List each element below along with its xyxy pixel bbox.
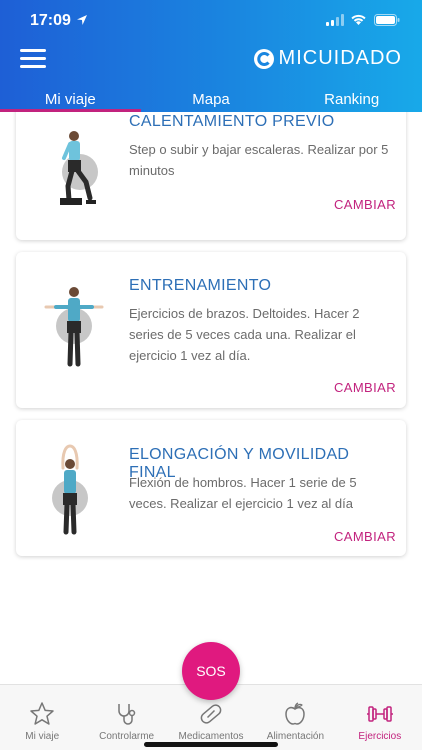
menu-icon[interactable] (20, 48, 46, 68)
nav-label: Alimentación (266, 731, 325, 742)
battery-icon (374, 14, 400, 26)
stethoscope-icon (117, 704, 135, 725)
step-exercise-figure (60, 131, 98, 205)
home-indicator[interactable] (144, 742, 278, 747)
nav-item-mi-viaje[interactable]: Mi viaje (0, 685, 84, 750)
nav-label: Ejercicios (358, 731, 402, 742)
pill-icon (200, 704, 222, 724)
card-title: CALENTAMIENTO PREVIO (129, 113, 335, 130)
logo-mark-icon (253, 48, 274, 69)
tab-ranking[interactable]: Ranking (281, 80, 422, 112)
arms-raised-sideways-figure (44, 287, 104, 367)
tab-label: Mi viaje (44, 91, 96, 108)
tab-mapa[interactable]: Mapa (141, 80, 282, 112)
card-description: Ejercicios de brazos. Deltoides. Hacer 2… (129, 306, 360, 363)
tab-label: Mapa (192, 91, 230, 108)
sos-button[interactable]: SOS (182, 642, 240, 700)
wifi-icon (351, 14, 366, 25)
nav-item-ejercicios[interactable]: Ejercicios (338, 685, 422, 750)
card-title: ENTRENAMIENTO (129, 277, 272, 294)
nav-label: Mi viaje (25, 731, 60, 742)
exercise-card-stretching[interactable]: ELONGACIÓN Y MOVILIDAD FINAL Flexión de … (16, 420, 406, 556)
nav-item-controlarme[interactable]: Controlarme (84, 685, 168, 750)
app-bar: MICUIDADO (0, 38, 422, 80)
arms-raised-overhead-figure (52, 444, 88, 535)
tab-mi-viaje[interactable]: Mi viaje (0, 80, 141, 112)
location-arrow-icon (77, 15, 87, 25)
top-bar: 17:09 MICUIDADO Mi viaje Mapa Ranking (0, 0, 422, 112)
card-description: Step o subir y bajar escaleras. Realizar… (129, 142, 389, 178)
brand-logo: MICUIDADO (253, 47, 402, 70)
apple-icon (285, 702, 306, 725)
status-bar: 17:09 (0, 0, 422, 38)
star-icon (30, 702, 54, 725)
dumbbell-icon (366, 706, 393, 722)
tab-label: Ranking (324, 91, 380, 108)
change-button[interactable]: CAMBIAR (334, 380, 396, 395)
change-button[interactable]: CAMBIAR (334, 529, 396, 544)
cellular-signal-icon (326, 14, 344, 26)
change-button[interactable]: CAMBIAR (334, 197, 396, 212)
exercise-list[interactable]: CALENTAMIENTO PREVIO Step o subir y baja… (0, 112, 422, 684)
exercise-card-warmup[interactable]: CALENTAMIENTO PREVIO Step o subir y baja… (16, 112, 406, 240)
top-tabs: Mi viaje Mapa Ranking (0, 80, 422, 112)
exercise-card-training[interactable]: ENTRENAMIENTO Ejercicios de brazos. Delt… (16, 252, 406, 408)
status-time: 17:09 (30, 12, 71, 29)
card-description: Flexión de hombros. Hacer 1 serie de 5 v… (129, 475, 357, 511)
nav-label: Controlarme (99, 731, 155, 742)
brand-name: MICUIDADO (278, 47, 402, 69)
nav-item-alimentacion[interactable]: Alimentación (253, 685, 337, 750)
nav-label: Medicamentos (178, 731, 244, 742)
